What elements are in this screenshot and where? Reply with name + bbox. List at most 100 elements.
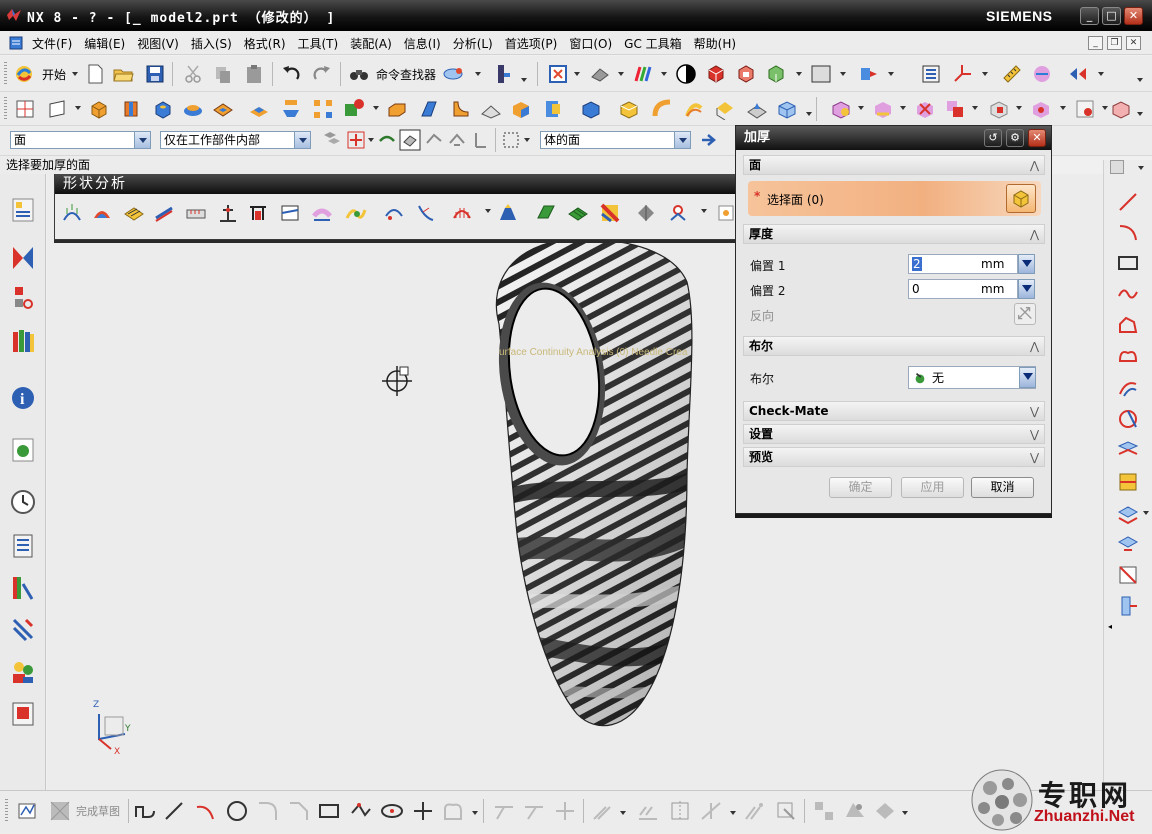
spline-shape-icon[interactable] [441,799,465,823]
distance-analysis-icon[interactable] [185,202,207,224]
dialog-close-button[interactable]: ✕ [1028,129,1046,147]
trim-curve-icon[interactable] [1116,532,1140,556]
boolean-dropdown-button[interactable] [1019,367,1036,388]
extract-curve-icon[interactable] [1116,502,1140,526]
mirror-face-icon[interactable] [1110,98,1132,120]
section-curve-icon[interactable] [1116,470,1140,494]
rectangle-icon[interactable] [1116,251,1140,275]
binoculars-icon[interactable] [348,63,370,85]
expand-checkmate-icon[interactable]: ⋁ [1030,403,1039,421]
palette-tab-icon[interactable] [10,700,36,728]
curve-rule-icon[interactable] [376,129,398,151]
menu-view[interactable]: 视图(V) [131,35,185,52]
menu-file[interactable]: 文件(F) [26,35,78,52]
menu-gc-toolkit[interactable]: GC 工具箱 [618,35,688,52]
collapse-face-icon[interactable]: ⋀ [1030,157,1039,175]
sewn-icon[interactable] [776,98,798,120]
fillet-icon[interactable] [256,799,280,823]
menu-information[interactable]: 信息(I) [398,35,447,52]
slope-analysis-icon[interactable] [153,202,175,224]
sketch-grid-icon[interactable] [14,98,36,120]
face-rule-icon[interactable] [399,129,421,151]
section-checkmate-header[interactable]: Check-Mate ⋁ [743,401,1045,421]
through-curves-icon[interactable] [683,98,705,120]
dialog-title[interactable]: 加厚 [736,126,1051,150]
assembly-dropdown-arrow[interactable] [888,72,894,76]
show-hide-icon[interactable] [675,63,697,85]
feature-face-icon[interactable] [423,129,445,151]
hole-icon[interactable] [152,98,174,120]
quick-trim-icon[interactable] [492,799,516,823]
edge-blend-icon[interactable] [450,98,472,120]
curve-continuity-icon[interactable] [345,202,367,224]
boss-icon[interactable] [182,98,204,120]
maximize-button[interactable]: □ [1102,7,1121,25]
constraint-navigator-tab-icon[interactable] [10,244,36,272]
pattern-curve-icon[interactable] [636,799,660,823]
solid-body-icon[interactable] [705,63,727,85]
snap-view-dropdown-arrow[interactable] [574,72,580,76]
assembly-navigator-tab-icon[interactable] [10,196,36,224]
surface-continuity-icon[interactable] [311,202,333,224]
snap-point-icon[interactable] [345,129,367,151]
shell-icon[interactable] [510,98,532,120]
toolbar-options-icon[interactable] [1110,160,1124,174]
face-curvature-icon[interactable] [91,202,113,224]
toolbar-grip[interactable] [4,62,7,86]
history-tab-icon[interactable] [10,488,36,516]
replace-face-icon[interactable] [944,98,966,120]
section-preview-header[interactable]: 预览 ⋁ [743,447,1045,467]
emboss-icon[interactable] [280,98,302,120]
select-face-button[interactable] [1006,184,1036,213]
menu-window[interactable]: 窗口(O) [563,35,618,52]
isoline-icon[interactable] [535,202,557,224]
section-thickness-header[interactable]: 厚度 ⋀ [743,224,1045,244]
face-grid-icon[interactable] [567,202,589,224]
copy-icon[interactable] [212,63,234,85]
curvature-comb-icon[interactable] [61,202,83,224]
tangent-face-icon[interactable] [470,129,492,151]
intersection-curve-icon[interactable] [1116,438,1140,462]
paste-icon[interactable] [243,63,265,85]
synchronous-move-icon[interactable] [830,98,852,120]
start-label[interactable]: 开始 [42,66,66,83]
color-palette-dropdown-arrow[interactable] [661,72,667,76]
section-boolean-header[interactable]: 布尔 ⋀ [743,336,1045,356]
ellipse-icon[interactable] [380,799,404,823]
constraints-icon[interactable] [812,799,836,823]
reverse-direction-button[interactable] [1014,303,1036,325]
collapse-boolean-icon[interactable]: ⋀ [1030,338,1039,356]
save-icon[interactable] [144,63,166,85]
color-palette-icon[interactable] [633,63,655,85]
color-map-icon[interactable] [599,202,621,224]
instance-icon[interactable] [312,98,334,120]
motion-icon[interactable] [1067,63,1089,85]
command-finder-label[interactable]: 命令查找器 [376,66,436,83]
ellipse-icon[interactable] [1116,345,1140,369]
selection-scope-dropdown-button[interactable] [294,132,310,148]
make-corner-icon[interactable] [553,799,577,823]
draft-face-analysis-icon[interactable] [497,202,519,224]
assembly-navigator-icon[interactable] [858,63,880,85]
highlight-lines-icon[interactable] [451,202,473,224]
intersection-point-icon[interactable] [699,799,723,823]
sheet-body-icon[interactable] [735,63,757,85]
arc-icon[interactable] [1116,220,1140,244]
general-selection-icon[interactable] [320,129,342,151]
project-curve-icon[interactable] [1116,407,1140,431]
expand-settings-icon[interactable]: ⋁ [1030,426,1039,444]
mold-analysis-icon[interactable] [635,202,657,224]
arrow-right-icon[interactable] [698,129,720,151]
information-icon[interactable] [492,63,514,85]
view-orient-icon[interactable] [442,63,464,85]
toolbar-overflow-arrow[interactable] [1137,78,1143,82]
studio-spline-icon[interactable] [1116,282,1140,306]
body-face-icon[interactable] [446,129,468,151]
revolve-icon[interactable] [120,98,142,120]
polygon-icon[interactable] [349,799,373,823]
point-icon[interactable] [411,799,435,823]
selection-scope-select[interactable]: 仅在工作部件内部 [160,131,311,149]
show-constraints-icon[interactable] [873,799,897,823]
simulation-icon[interactable] [1031,63,1053,85]
pad-icon[interactable] [248,98,270,120]
